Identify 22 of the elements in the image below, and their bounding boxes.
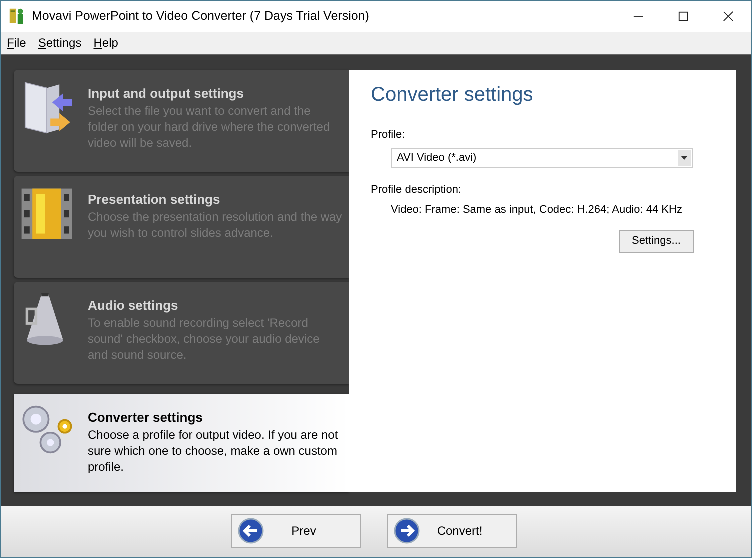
menu-item[interactable]: Help bbox=[92, 36, 120, 50]
app-icon bbox=[9, 7, 25, 26]
menu-item[interactable]: File bbox=[5, 36, 28, 50]
dropdown-arrow-icon bbox=[681, 156, 688, 160]
step-title: Audio settings bbox=[88, 298, 180, 312]
step-title: Presentation settings bbox=[88, 192, 222, 206]
nav-button[interactable]: Convert! bbox=[387, 514, 517, 548]
window-title: Movavi PowerPoint to Video Converter (7 Days Trial Version) bbox=[32, 9, 370, 24]
profile-label: Profile: bbox=[371, 128, 406, 140]
close-icon[interactable] bbox=[723, 10, 734, 22]
menu-item[interactable]: Settings bbox=[36, 36, 84, 50]
step-title: Input and output settings bbox=[88, 86, 245, 100]
maximize-icon[interactable] bbox=[678, 10, 689, 22]
nav-button[interactable]: Prev bbox=[231, 514, 361, 548]
step-title: Converter settings bbox=[88, 410, 204, 424]
settings-button[interactable]: Settings... bbox=[619, 230, 694, 252]
step-card[interactable]: Converter settings Choose a profile for output video. If you are not sure which one to choose, make a own custom profile. bbox=[14, 394, 349, 492]
description-label: Profile description: bbox=[371, 184, 462, 196]
step-description: Choose a profile for output video. If you are not sure which one to choose, make a own custom profile. bbox=[88, 426, 340, 474]
profile-dropdown[interactable]: AVI Video (*.avi) bbox=[391, 148, 693, 168]
panel-heading: Converter settings bbox=[371, 84, 534, 106]
profile-description: Video: Frame: Same as input, Codec: H.264; Audio: 44 KHz bbox=[391, 204, 684, 216]
